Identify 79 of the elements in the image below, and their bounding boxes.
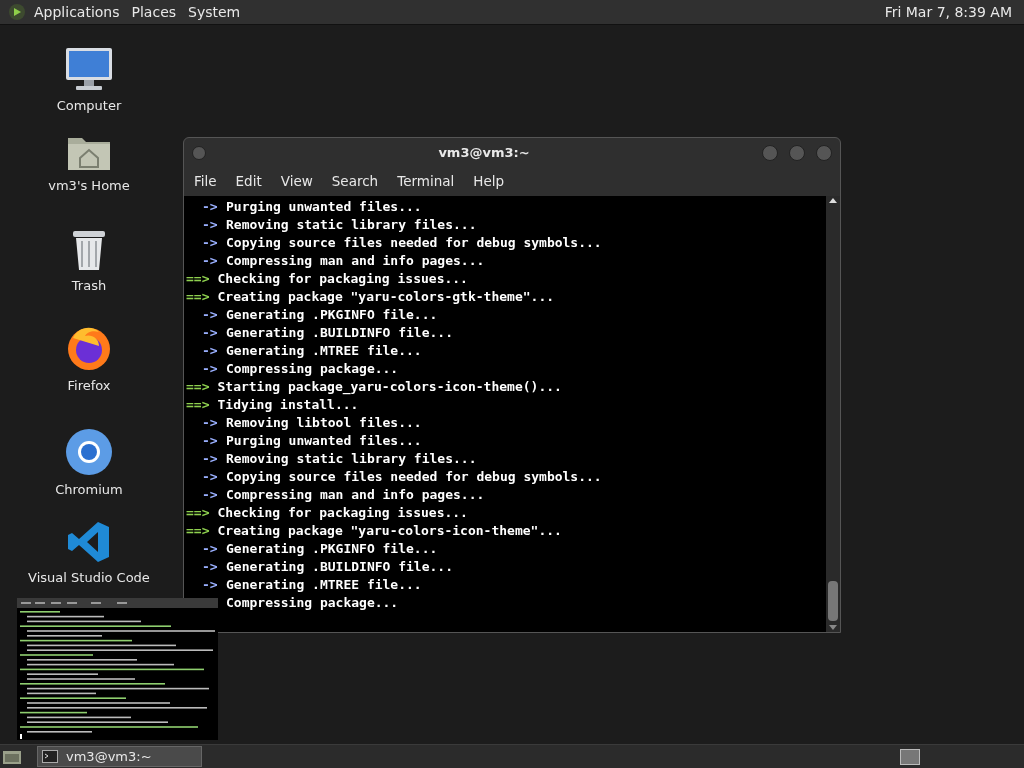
code-editor-icon [67, 520, 111, 564]
output-line: Generating .PKGINFO file... [226, 540, 438, 558]
workspace-switcher[interactable] [900, 748, 920, 765]
menu-item[interactable]: Search [331, 171, 379, 192]
scroll-up-icon[interactable] [829, 198, 837, 203]
maximize-button[interactable] [789, 144, 805, 161]
output-line: Copying source files needed for debug symbols... [226, 468, 602, 486]
desktop-icon-label[interactable]: Trash [71, 276, 107, 296]
menu-item[interactable]: Edit [235, 171, 262, 192]
scrollbar[interactable] [826, 196, 840, 632]
menu-logo-icon [8, 3, 26, 21]
step-marker: -> [202, 324, 219, 342]
menu-item[interactable]: Terminal [397, 171, 455, 192]
desktop-icon-label[interactable]: Visual Studio Code [28, 568, 150, 588]
output-line: Removing static library files... [226, 216, 477, 234]
prompt-marker: ==> [186, 522, 210, 540]
output-line: Generating .BUILDINFO file... [226, 558, 453, 576]
output-line: Copying source files needed for debug symbols... [226, 234, 602, 252]
output-line: Purging unwanted files... [226, 198, 422, 216]
menu-item[interactable]: Help [473, 171, 505, 192]
panel-clock[interactable]: Fri Mar 7, 8:39 AM [884, 1, 1012, 23]
scroll-down-icon[interactable] [829, 625, 837, 630]
window-menu-button[interactable] [192, 145, 206, 160]
prompt-marker: ==> [186, 396, 210, 414]
output-line: Generating .MTREE file... [226, 576, 422, 594]
output-line: Starting package_yaru-colors-icon-theme()... [217, 378, 562, 396]
step-marker: -> [202, 198, 219, 216]
step-marker: -> [202, 234, 219, 252]
step-marker: -> [202, 576, 219, 594]
output-line: Compressing man and info pages... [226, 252, 485, 270]
step-marker: -> [202, 216, 219, 234]
output-line: Generating .MTREE file... [226, 342, 422, 360]
step-marker: -> [202, 306, 219, 324]
trash-icon [70, 228, 108, 272]
output-line: Generating .PKGINFO file... [226, 306, 438, 324]
step-marker: -> [202, 468, 219, 486]
output-line: Creating package "yaru-colors-icon-theme"... [217, 522, 562, 540]
chromium-icon [65, 428, 113, 476]
output-line: Creating package "yaru-colors-gtk-theme"... [217, 288, 555, 306]
menu-item[interactable]: File [194, 171, 217, 192]
output-line: Removing static library files... [226, 450, 477, 468]
step-marker: -> [202, 360, 219, 378]
computer-icon [64, 46, 114, 92]
show-desktop-icon[interactable] [2, 748, 22, 765]
desktop-icon-label[interactable]: Chromium [55, 480, 123, 500]
taskbar-window-button[interactable]: vm3@vm3:~ [37, 746, 202, 767]
step-marker: -> [202, 342, 219, 360]
output-line: Compressing man and info pages... [226, 486, 485, 504]
step-marker: -> [202, 486, 219, 504]
output-line: Checking for packaging issues... [217, 270, 468, 288]
step-marker: -> [202, 252, 219, 270]
output-line: Removing libtool files... [226, 414, 422, 432]
panel-menu[interactable]: Places [131, 1, 177, 23]
output-line: Compressing package... [226, 360, 399, 378]
prompt-marker: ==> [186, 270, 210, 288]
desktop-icon-label[interactable]: Firefox [67, 376, 111, 396]
panel-menu[interactable]: Applications [34, 1, 120, 23]
desktop-icon-label[interactable]: Computer [56, 96, 122, 116]
scroll-thumb[interactable] [828, 581, 838, 621]
prompt-marker: ==> [186, 378, 210, 396]
step-marker: -> [202, 450, 219, 468]
output-line: Purging unwanted files... [226, 432, 422, 450]
minimize-button[interactable] [762, 144, 778, 161]
step-marker: -> [202, 414, 219, 432]
output-line: Tidying install... [217, 396, 359, 414]
prompt-marker: ==> [186, 288, 210, 306]
desktop-icon-label[interactable]: vm3's Home [48, 176, 130, 196]
output-line: Checking for packaging issues... [217, 504, 468, 522]
step-marker: -> [202, 540, 219, 558]
step-marker: -> [202, 558, 219, 576]
panel-menu[interactable]: System [188, 1, 241, 23]
terminal-icon [42, 750, 58, 763]
output-line: Compressing package... [226, 594, 399, 612]
close-button[interactable] [816, 144, 832, 161]
prompt-marker: ==> [186, 504, 210, 522]
menu-item[interactable]: View [280, 171, 313, 192]
output-line: Generating .BUILDINFO file... [226, 324, 453, 342]
step-marker: -> [202, 432, 219, 450]
window-title: vm3@vm3:~ [437, 143, 531, 162]
